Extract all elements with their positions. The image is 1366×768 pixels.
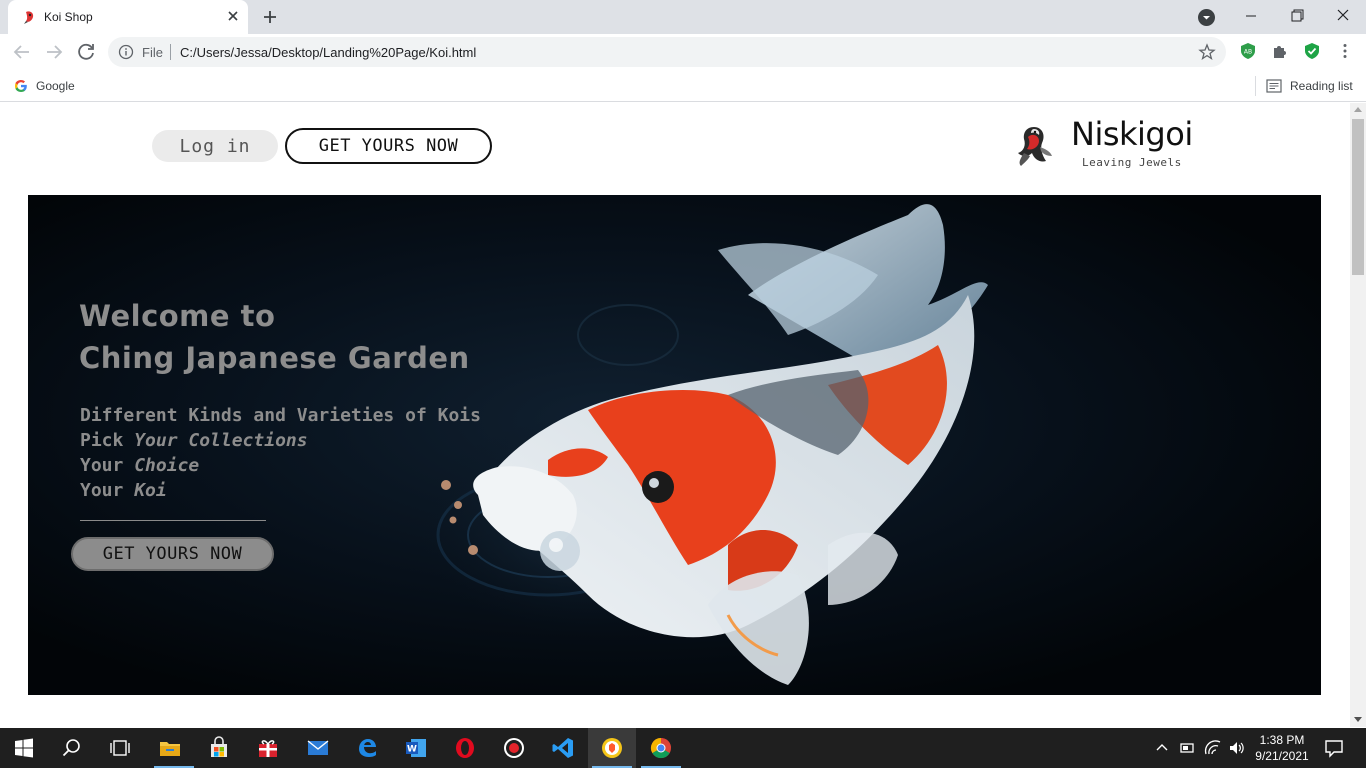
mail-icon[interactable] (306, 736, 330, 760)
restore-icon[interactable] (1274, 0, 1320, 34)
more-menu-icon[interactable] (1336, 42, 1354, 60)
scroll-up-arrow-icon[interactable] (1354, 107, 1362, 112)
get-yours-now-hero-button[interactable]: GET YOURS NOW (71, 537, 274, 571)
hero-line-4: Your Koi (80, 480, 167, 501)
extension-badge-text: AB (1244, 49, 1252, 56)
bookmarks-bar: Google Reading list (0, 70, 1366, 102)
clock-date: 9/21/2021 (1255, 749, 1309, 763)
store-icon[interactable] (207, 736, 231, 760)
get-yours-now-header-button[interactable]: GET YOURS NOW (285, 128, 492, 164)
site-info-icon[interactable] (118, 44, 134, 60)
windows-start-icon[interactable] (12, 736, 36, 760)
svg-text:W: W (407, 745, 417, 755)
battery-icon[interactable] (1178, 736, 1196, 760)
hero-line-2: Pick Your Collections (80, 430, 308, 451)
browser-tabstrip: Koi Shop (0, 0, 1366, 34)
page-viewport: Log in GET YOURS NOW Niskigoi Leaving Je… (0, 103, 1350, 727)
wifi-icon[interactable] (1204, 736, 1222, 760)
security-shield-icon[interactable] (1303, 42, 1321, 60)
url-text[interactable]: C:/Users/Jessa/Desktop/Landing%20Page/Ko… (180, 45, 476, 60)
browser-toolbar: File C:/Users/Jessa/Desktop/Landing%20Pa… (0, 34, 1366, 70)
task-view-icon[interactable] (108, 736, 132, 760)
reading-list-icon (1266, 79, 1282, 93)
omnibox-scheme: File (142, 45, 163, 60)
edge-browser-icon[interactable] (355, 736, 379, 760)
reload-icon[interactable] (74, 40, 98, 64)
bookmark-star-icon[interactable] (1198, 43, 1216, 61)
hero-tagline: Different Kinds and Varieties of Kois Pi… (80, 403, 481, 503)
tab-title: Koi Shop (44, 10, 93, 24)
koi-logo-icon (1018, 127, 1052, 166)
page-scrollbar[interactable] (1350, 103, 1366, 727)
forward-icon[interactable] (42, 40, 66, 64)
tray-overflow-icon[interactable] (1154, 736, 1170, 760)
volume-icon[interactable] (1228, 736, 1246, 760)
minimize-icon[interactable] (1228, 0, 1274, 34)
hero-line-3: Your Choice (80, 455, 200, 476)
extensions-puzzle-icon[interactable] (1271, 42, 1289, 60)
new-tab-icon[interactable] (260, 7, 280, 27)
browser-tab[interactable]: Koi Shop (8, 0, 248, 34)
notifications-icon[interactable] (1322, 736, 1346, 760)
windows-taskbar: W 1:38 PM 9/21/2021 (0, 728, 1366, 768)
back-icon[interactable] (10, 40, 34, 64)
word-icon[interactable]: W (404, 736, 428, 760)
hero-title-line2: Ching Japanese Garden (79, 341, 470, 375)
tab-search-icon[interactable] (1198, 9, 1215, 26)
close-tab-icon[interactable] (224, 7, 242, 25)
file-explorer-icon[interactable] (158, 736, 182, 760)
reading-list-button[interactable]: Reading list (1266, 76, 1353, 96)
clock-time: 1:38 PM (1259, 733, 1305, 747)
system-clock[interactable]: 1:38 PM 9/21/2021 (1252, 732, 1312, 764)
brand-name[interactable]: Niskigoi (1071, 115, 1193, 153)
reading-list-label: Reading list (1290, 79, 1353, 93)
hero-line-1: Different Kinds and Varieties of Kois (80, 405, 481, 426)
vscode-icon[interactable] (551, 736, 575, 760)
omnibox-divider (170, 44, 171, 60)
hero-banner: Welcome to Ching Japanese Garden Differe… (28, 195, 1321, 695)
opera-icon[interactable] (453, 736, 477, 760)
search-icon[interactable] (60, 736, 84, 760)
screen-recorder-icon[interactable] (502, 736, 526, 760)
bookmark-google-label: Google (36, 79, 75, 93)
bookmark-google[interactable]: Google (14, 76, 75, 96)
brave-browser-icon[interactable] (600, 736, 624, 760)
scroll-thumb[interactable] (1352, 119, 1364, 275)
brand-tagline: Leaving Jewels (1082, 156, 1182, 169)
adblock-extension-icon[interactable]: AB (1239, 42, 1257, 60)
hero-title-line1: Welcome to (79, 299, 276, 333)
chrome-icon[interactable] (649, 736, 673, 760)
address-bar[interactable]: File C:/Users/Jessa/Desktop/Landing%20Pa… (108, 37, 1226, 67)
koi-favicon-icon (24, 11, 34, 24)
hero-title: Welcome to Ching Japanese Garden (79, 295, 470, 379)
scroll-down-arrow-icon[interactable] (1354, 717, 1362, 722)
close-window-icon[interactable] (1320, 0, 1366, 34)
gift-app-icon[interactable] (256, 736, 280, 760)
bookmarks-divider (1255, 76, 1256, 96)
hero-divider (80, 520, 266, 521)
login-button[interactable]: Log in (152, 130, 278, 162)
google-g-icon (15, 80, 27, 92)
